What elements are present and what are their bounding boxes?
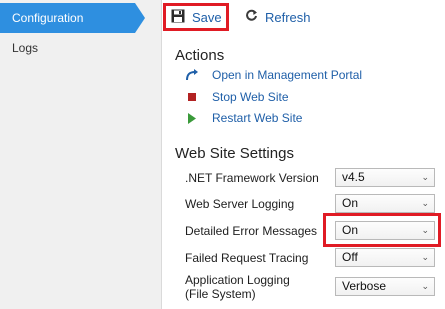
play-icon [185, 112, 199, 124]
save-icon [171, 9, 185, 26]
action-label: Open in Management Portal [212, 68, 363, 82]
sidebar-item-logs[interactable]: Logs [0, 33, 135, 63]
setting-label-application-logging: Application Logging (File System) [185, 273, 290, 301]
stop-icon [185, 92, 199, 102]
setting-label-net-framework: .NET Framework Version [185, 171, 319, 185]
action-label: Restart Web Site [212, 111, 303, 125]
setting-label-line2: (File System) [185, 287, 256, 301]
application-logging-select[interactable]: Verbose ⌄ [335, 277, 435, 296]
redirect-arrow-icon [185, 69, 199, 81]
sidebar-item-configuration[interactable]: Configuration [0, 3, 145, 33]
save-label: Save [192, 9, 222, 25]
refresh-icon [245, 9, 258, 25]
sidebar-item-label: Logs [12, 41, 39, 55]
failed-request-tracing-select[interactable]: Off ⌄ [335, 248, 435, 267]
sidebar: Configuration Logs [0, 0, 162, 309]
chevron-down-icon: ⌄ [421, 198, 429, 208]
active-indicator [135, 3, 145, 33]
select-value: Off [342, 250, 358, 264]
refresh-label: Refresh [265, 9, 311, 25]
select-value: On [342, 223, 359, 237]
actions-heading: Actions [175, 47, 225, 64]
select-value: v4.5 [342, 170, 365, 184]
select-value: On [342, 196, 359, 210]
open-management-portal-link[interactable]: Open in Management Portal [185, 67, 362, 83]
chevron-down-icon: ⌄ [421, 172, 429, 182]
save-button[interactable]: Save [163, 4, 229, 30]
stop-web-site-link[interactable]: Stop Web Site [185, 89, 289, 105]
setting-label-detailed-error-messages: Detailed Error Messages [185, 224, 318, 238]
select-value: Verbose [342, 279, 387, 293]
setting-label-failed-request-tracing: Failed Request Tracing [185, 251, 309, 265]
setting-label-web-server-logging: Web Server Logging [185, 197, 295, 211]
chevron-down-icon: ⌄ [421, 281, 429, 291]
action-label: Stop Web Site [212, 90, 289, 104]
chevron-down-icon: ⌄ [421, 225, 429, 235]
sidebar-item-label: Configuration [12, 11, 84, 25]
setting-label-line1: Application Logging [185, 273, 290, 287]
net-framework-select[interactable]: v4.5 ⌄ [335, 168, 435, 187]
detailed-error-messages-select[interactable]: On ⌄ [335, 221, 435, 240]
refresh-button[interactable]: Refresh [245, 4, 311, 30]
chevron-down-icon: ⌄ [421, 252, 429, 262]
restart-web-site-link[interactable]: Restart Web Site [185, 110, 302, 126]
web-server-logging-select[interactable]: On ⌄ [335, 194, 435, 213]
settings-heading: Web Site Settings [175, 145, 294, 162]
